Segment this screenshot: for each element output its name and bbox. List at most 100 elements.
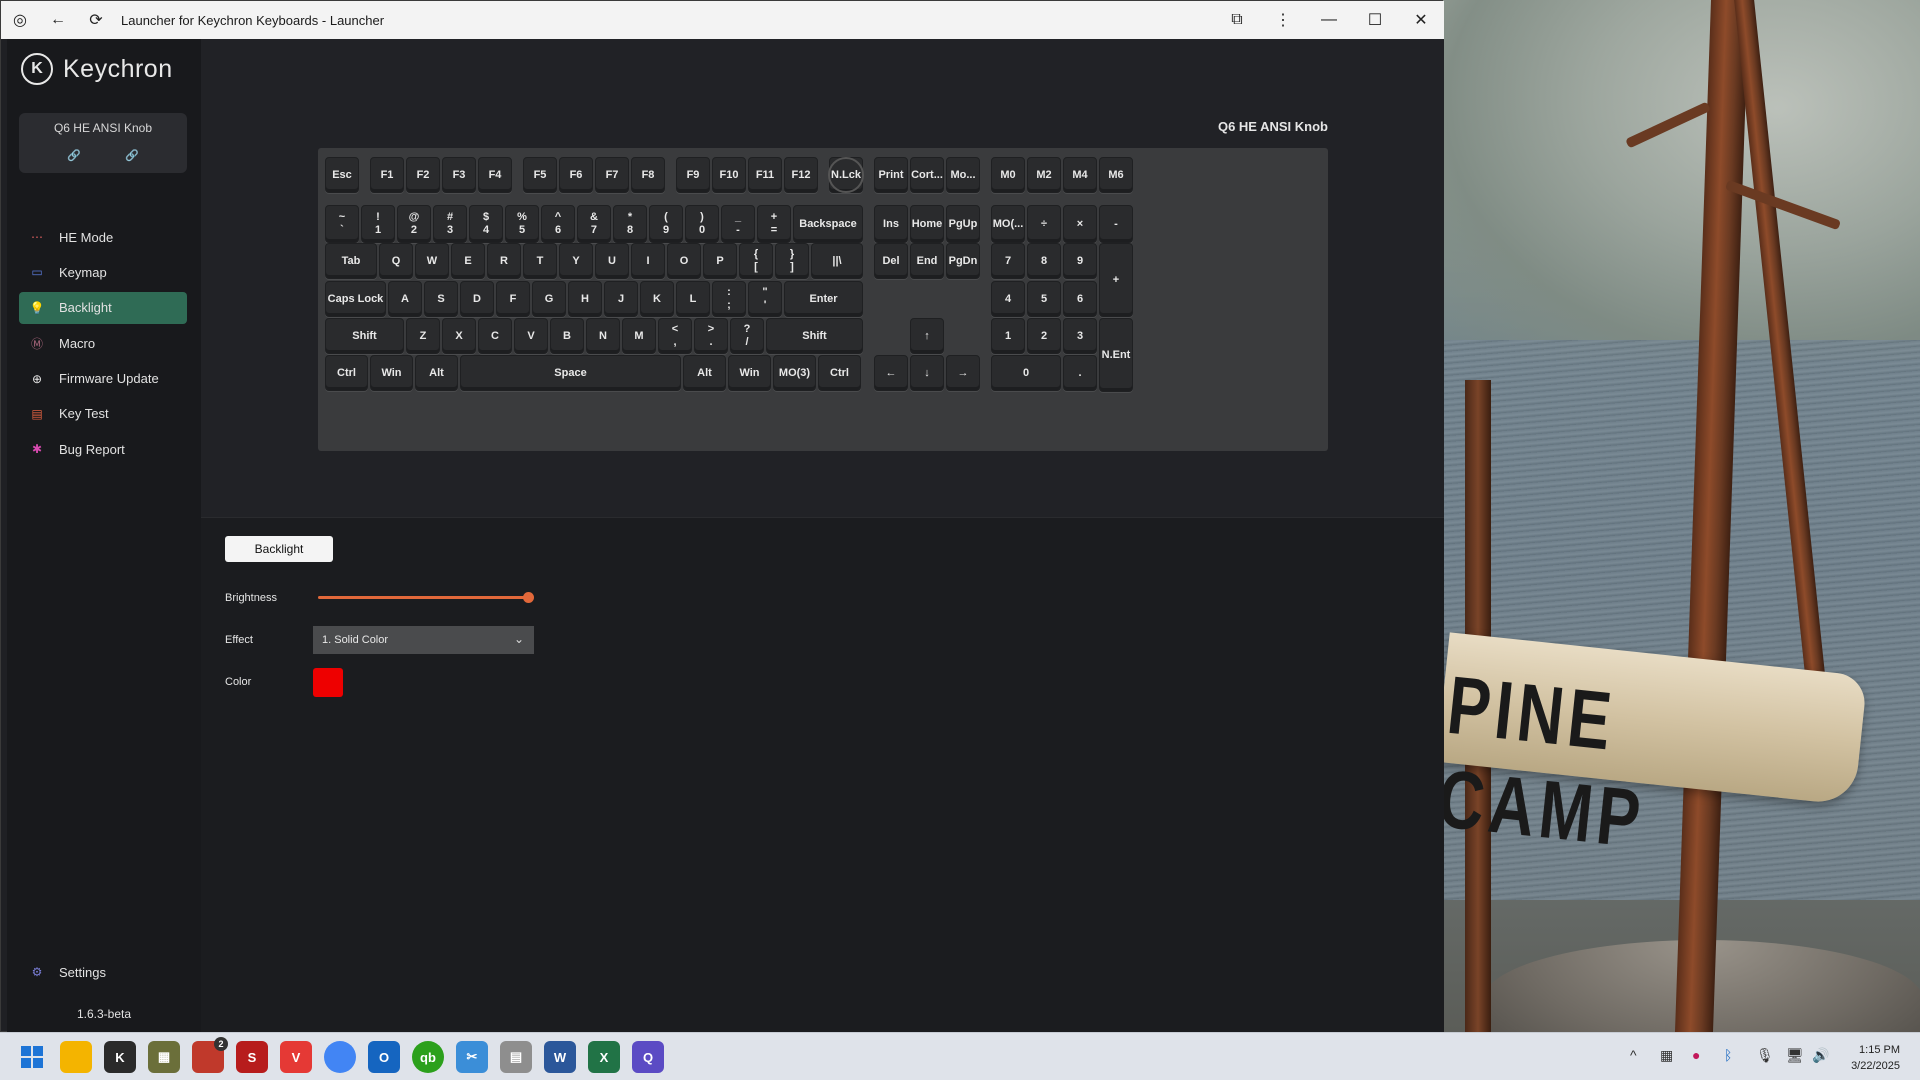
key-f7[interactable]: F7 <box>595 157 629 193</box>
sidebar-item-backlight[interactable]: 💡 Backlight <box>19 291 187 324</box>
key-m[interactable]: M <box>622 318 656 354</box>
file-explorer-icon[interactable] <box>60 1041 92 1073</box>
key--3[interactable]: #3 <box>433 205 467 243</box>
key-[interactable]: ← <box>874 355 908 391</box>
key--[interactable]: + = <box>757 205 791 243</box>
key-f1[interactable]: F1 <box>370 157 404 193</box>
key-ctrl[interactable]: Ctrl <box>325 355 368 391</box>
key-del[interactable]: Del <box>874 243 908 279</box>
tray-app-icon[interactable]: ▦ <box>1660 1047 1673 1064</box>
sidebar-item-macro[interactable]: Ⓜ Macro <box>19 327 187 359</box>
bluetooth-icon[interactable]: ᛒ <box>1724 1047 1732 1063</box>
key-f2[interactable]: F2 <box>406 157 440 193</box>
back-arrow-icon[interactable]: ← <box>39 1 77 39</box>
keychron-launcher-icon[interactable]: K <box>104 1041 136 1073</box>
key-shift[interactable]: Shift <box>766 318 863 354</box>
sidebar-item-he-mode[interactable]: ⋯ HE Mode <box>19 221 187 253</box>
key--[interactable]: >. <box>694 318 728 354</box>
close-button[interactable]: ✕ <box>1398 1 1444 39</box>
key-m6[interactable]: M6 <box>1099 157 1133 193</box>
key-m2[interactable]: M2 <box>1027 157 1061 193</box>
key-r[interactable]: R <box>487 243 521 279</box>
app-icon[interactable]: S <box>236 1041 268 1073</box>
key-print[interactable]: Print <box>874 157 908 193</box>
key--9[interactable]: (9 <box>649 205 683 243</box>
key--[interactable]: }] <box>775 243 809 279</box>
key--4[interactable]: $4 <box>469 205 503 243</box>
sidebar-item-firmware-update[interactable]: ⊕ Firmware Update <box>19 363 187 395</box>
key--6[interactable]: ^ 6 <box>541 205 575 243</box>
key--[interactable]: :; <box>712 281 746 317</box>
key-h[interactable]: H <box>568 281 602 317</box>
key-k[interactable]: K <box>640 281 674 317</box>
key--0[interactable]: ) 0 <box>685 205 719 243</box>
key-alt[interactable]: Alt <box>683 355 726 391</box>
volume-icon[interactable]: 🔊 <box>1812 1047 1829 1064</box>
key-f10[interactable]: F10 <box>712 157 746 193</box>
key-backspace[interactable]: Backspace <box>793 205 863 243</box>
effect-select[interactable]: 1. Solid Color ⌄ <box>313 626 534 654</box>
key--8[interactable]: * 8 <box>613 205 647 243</box>
key-o[interactable]: O <box>667 243 701 279</box>
key-b[interactable]: B <box>550 318 584 354</box>
quickbooks-icon[interactable]: qb <box>412 1041 444 1073</box>
key-3[interactable]: 3 <box>1063 318 1097 354</box>
key-mo[interactable]: Mo... <box>946 157 980 193</box>
key-win[interactable]: Win <box>728 355 771 391</box>
more-menu-icon[interactable]: ⋮ <box>1260 1 1306 39</box>
key--5[interactable]: % 5 <box>505 205 539 243</box>
key-f4[interactable]: F4 <box>478 157 512 193</box>
clock[interactable]: 1:15 PM 3/22/2025 <box>1851 1042 1900 1074</box>
key-6[interactable]: 6 <box>1063 281 1097 317</box>
key-4[interactable]: 4 <box>991 281 1025 317</box>
key-f6[interactable]: F6 <box>559 157 593 193</box>
chrome-icon[interactable] <box>324 1041 356 1073</box>
keyboard-card[interactable]: Q6 HE ANSI Knob 🔗 🔗 <box>19 113 187 173</box>
key-9[interactable]: 9 <box>1063 243 1097 279</box>
key--[interactable]: {[ <box>739 243 773 279</box>
key-a[interactable]: A <box>388 281 422 317</box>
key-cort[interactable]: Cort... <box>910 157 944 193</box>
key-2[interactable]: 2 <box>1027 318 1061 354</box>
key-[interactable]: + <box>1099 243 1133 317</box>
todo-app-icon[interactable]: 2 <box>192 1037 228 1073</box>
key-nlck[interactable]: N.Lck <box>828 157 864 193</box>
key-q[interactable]: Q <box>379 243 413 279</box>
key--1[interactable]: ! 1 <box>361 205 395 243</box>
key-end[interactable]: End <box>910 243 944 279</box>
key-t[interactable]: T <box>523 243 557 279</box>
word-icon[interactable]: W <box>544 1041 576 1073</box>
key-c[interactable]: C <box>478 318 512 354</box>
key-0[interactable]: 0 <box>991 355 1061 391</box>
color-swatch[interactable] <box>313 668 343 697</box>
key-w[interactable]: W <box>415 243 449 279</box>
excel-icon[interactable]: X <box>588 1041 620 1073</box>
app-icon[interactable]: ▦ <box>148 1041 180 1073</box>
tab-backlight[interactable]: Backlight <box>225 536 333 562</box>
sidebar-item-keymap[interactable]: ▭ Keymap <box>19 256 187 288</box>
key-m4[interactable]: M4 <box>1063 157 1097 193</box>
outlook-icon[interactable]: O <box>368 1041 400 1073</box>
app-icon[interactable]: ▤ <box>500 1041 532 1073</box>
maximize-button[interactable]: ☐ <box>1352 1 1398 39</box>
minimize-button[interactable]: — <box>1306 1 1352 39</box>
key-alt[interactable]: Alt <box>415 355 458 391</box>
key-space[interactable]: Space <box>460 355 681 391</box>
unlink-icon[interactable]: 🔗 <box>125 149 139 162</box>
key--7[interactable]: & 7 <box>577 205 611 243</box>
vivaldi-icon[interactable]: V <box>280 1041 312 1073</box>
key-nent[interactable]: N.Ent <box>1099 318 1133 392</box>
key-home[interactable]: Home <box>910 205 944 243</box>
key-capslock[interactable]: Caps Lock <box>325 281 386 317</box>
key-ins[interactable]: Ins <box>874 205 908 243</box>
key-f8[interactable]: F8 <box>631 157 665 193</box>
key-f9[interactable]: F9 <box>676 157 710 193</box>
key-mo[interactable]: MO(... <box>991 205 1025 243</box>
tray-app-icon[interactable]: ● <box>1692 1047 1700 1063</box>
sidebar-item-bug-report[interactable]: ✱ Bug Report <box>19 433 187 465</box>
microphone-icon[interactable]: 🎙 <box>1756 1047 1774 1064</box>
key-g[interactable]: G <box>532 281 566 317</box>
key---[interactable]: _ - <box>721 205 755 243</box>
settings-button[interactable]: ⚙ Settings <box>29 964 106 980</box>
key-5[interactable]: 5 <box>1027 281 1061 317</box>
